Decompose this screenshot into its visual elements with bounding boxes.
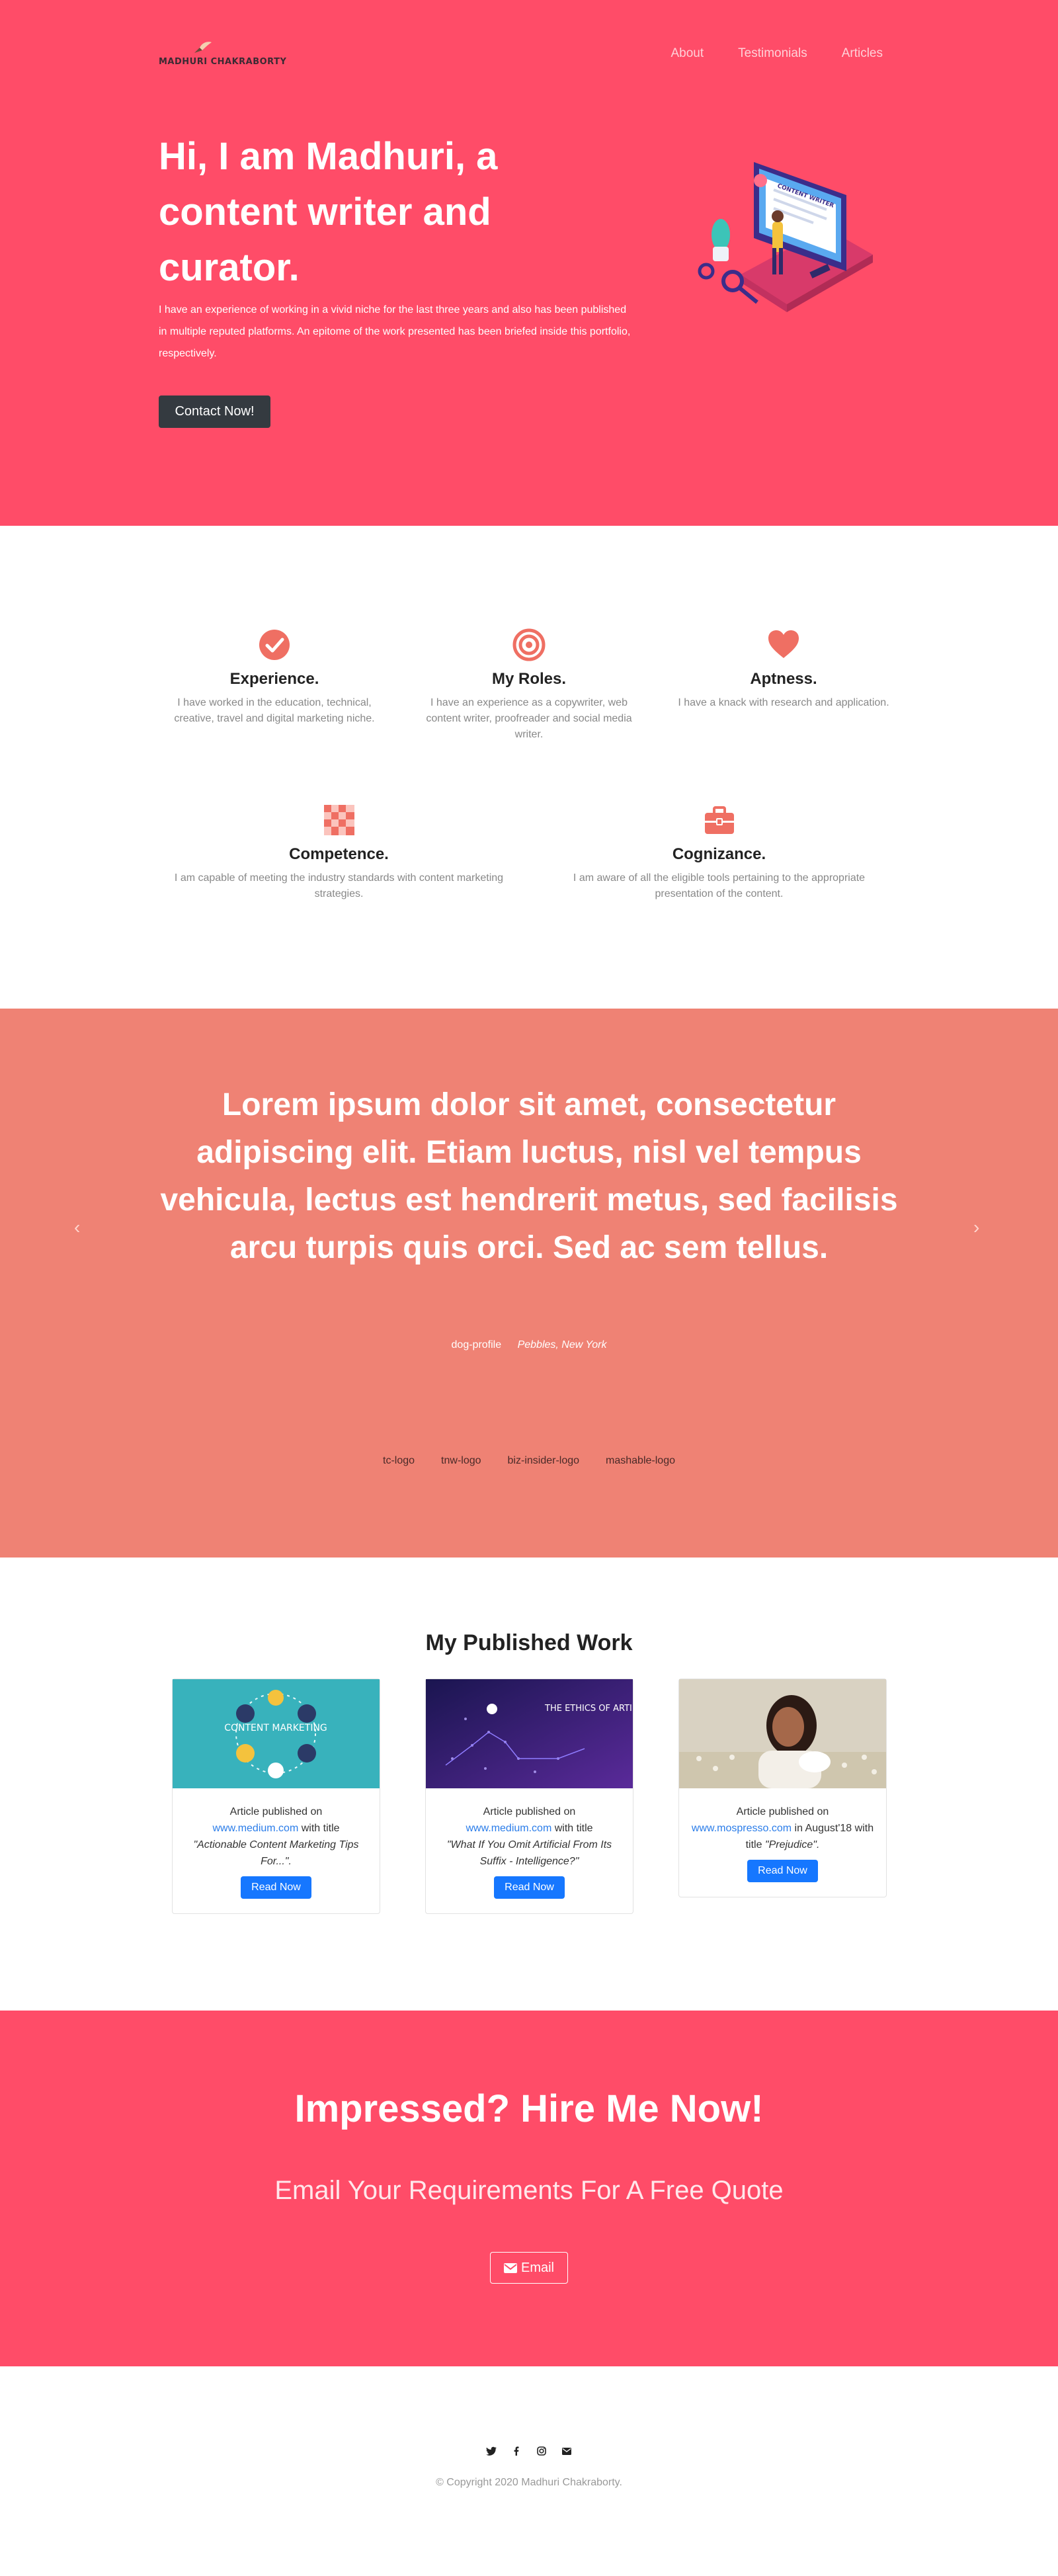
card-prefix: Article published on [736, 1806, 829, 1817]
feature-cognizance: Cognizance. I am aware of all the eligib… [552, 804, 886, 902]
ai-ethics-image: THE ETHICS OF ARTIFICIAL INTELLIGENCE [426, 1679, 723, 1788]
envelope-icon [503, 2263, 517, 2273]
article-card: CONTENT MARKETING Article published on w… [172, 1679, 380, 1914]
article-link[interactable]: www.mospresso.com [692, 1823, 792, 1834]
copyright: © Copyright 2020 Madhuri Chakraborty. [436, 2477, 622, 2488]
twitter-icon[interactable] [486, 2446, 497, 2456]
card-prefix: Article published on [483, 1806, 576, 1817]
hire-subtitle: Email Your Requirements For A Free Quote [274, 2176, 784, 2205]
hero-section: MADHURI CHAKRABORTY About Testimonials A… [0, 0, 1058, 526]
chess-board-icon [323, 805, 354, 835]
feature-description: I am capable of meeting the industry sta… [174, 872, 504, 899]
instagram-icon[interactable] [536, 2446, 547, 2456]
article-card: Article published on www.mospresso.com i… [678, 1679, 887, 1897]
feature-description: I have worked in the education, technica… [174, 697, 375, 724]
card-body: Article published on www.medium.com with… [173, 1792, 380, 1913]
biz-insider-logo: biz-insider-logo [507, 1455, 580, 1466]
envelope-icon[interactable] [561, 2446, 572, 2456]
testimonials-section: ‹ › Lorem ipsum dolor sit amet, consecte… [0, 1009, 1058, 1558]
hire-section: Impressed? Hire Me Now! Email Your Requi… [0, 2011, 1058, 2366]
published-work-section: My Published Work CONTENT MARKETING Arti… [0, 1558, 1058, 2011]
press-logos: tc-logo tnw-logo biz-insider-logo mashab… [0, 1455, 1058, 1467]
feature-experience: Experience. I have worked in the educati… [169, 628, 380, 727]
content-marketing-image: CONTENT MARKETING [173, 1679, 380, 1788]
feature-title: Cognizance. [672, 845, 766, 863]
article-link[interactable]: www.medium.com [212, 1823, 298, 1834]
footer: © Copyright 2020 Madhuri Chakraborty. [0, 2366, 1058, 2576]
feature-title: My Roles. [491, 670, 567, 688]
feature-roles: My Roles. I have an experience as a copy… [423, 628, 635, 743]
feature-competence: Competence. I am capable of meeting the … [172, 804, 506, 902]
woman-photo-image [679, 1679, 886, 1788]
hero-description: I have an experience of working in a viv… [159, 304, 631, 359]
features-section: Experience. I have worked in the educati… [0, 526, 1058, 1009]
section-title: My Published Work [425, 1630, 633, 1655]
toolbox-icon [704, 806, 734, 834]
article-title: "What If You Omit Artificial From Its Su… [446, 1839, 612, 1867]
email-button-label: Email [520, 2260, 554, 2275]
social-links [0, 2446, 1058, 2456]
testimonial-author: dog-profile Pebbles, New York [0, 1339, 1058, 1351]
feature-description: I am aware of all the eligible tools per… [573, 872, 866, 899]
nav-about[interactable]: About [671, 46, 704, 61]
feature-title: Experience. [229, 670, 319, 688]
svg-text:THE ETHICS OF ARTIFICIAL INTEL: THE ETHICS OF ARTIFICIAL INTELLIGENCE [544, 1704, 633, 1714]
article-card: THE ETHICS OF ARTIFICIAL INTELLIGENCE Ar… [425, 1679, 723, 1914]
card-mid: with title [554, 1823, 593, 1834]
article-title: "Actionable Content Marketing Tips For..… [193, 1839, 359, 1867]
logo-text: MADHURI CHAKRABORTY [159, 57, 287, 67]
tc-logo: tc-logo [383, 1455, 415, 1466]
feature-description: I have an experience as a copywriter, we… [426, 697, 632, 740]
article-link[interactable]: www.medium.com [466, 1823, 551, 1834]
card-body: Article published on www.mospresso.com i… [679, 1792, 886, 1897]
hero-title: Hi, I am Madhuri, a content writer and c… [159, 135, 498, 289]
feature-title: Competence. [289, 845, 389, 863]
email-button[interactable]: Email [490, 2252, 568, 2284]
feature-aptness: Aptness. I have a knack with research an… [678, 628, 889, 711]
heart-icon [768, 630, 799, 658]
check-circle-icon [259, 630, 290, 660]
nav-articles[interactable]: Articles [842, 46, 883, 61]
main-nav: About Testimonials Articles [671, 46, 883, 61]
facebook-icon[interactable] [511, 2446, 522, 2456]
read-now-button[interactable]: Read Now [494, 1876, 565, 1899]
quill-logo-icon [194, 42, 212, 53]
article-title: "Prejudice". [764, 1839, 820, 1850]
mashable-logo: mashable-logo [606, 1455, 675, 1466]
feature-title: Aptness. [750, 670, 817, 688]
chevron-left-icon[interactable]: ‹ [74, 1217, 80, 1238]
author-name: Pebbles, New York [517, 1339, 607, 1350]
author-photo: dog-profile [451, 1339, 502, 1350]
card-body: Article published on www.medium.com with… [426, 1792, 633, 1913]
target-icon [512, 628, 546, 661]
read-now-button[interactable]: Read Now [747, 1860, 818, 1882]
card-prefix: Article published on [229, 1806, 323, 1817]
hire-title: Impressed? Hire Me Now! [294, 2087, 764, 2130]
nav-testimonials[interactable]: Testimonials [738, 46, 807, 61]
contact-now-button[interactable]: Contact Now! [159, 395, 270, 428]
read-now-button[interactable]: Read Now [241, 1876, 311, 1899]
card-mid: with title [301, 1823, 340, 1834]
svg-text:CONTENT MARKETING: CONTENT MARKETING [224, 1723, 327, 1733]
chevron-right-icon[interactable]: › [973, 1217, 979, 1238]
testimonial-quote: Lorem ipsum dolor sit amet, consectetur … [160, 1087, 898, 1265]
feature-description: I have a knack with research and applica… [678, 697, 889, 708]
logo[interactable]: MADHURI CHAKRABORTY [159, 41, 287, 71]
content-writer-illustration: CONTENT WRITER [698, 162, 873, 312]
tnw-logo: tnw-logo [441, 1455, 481, 1466]
